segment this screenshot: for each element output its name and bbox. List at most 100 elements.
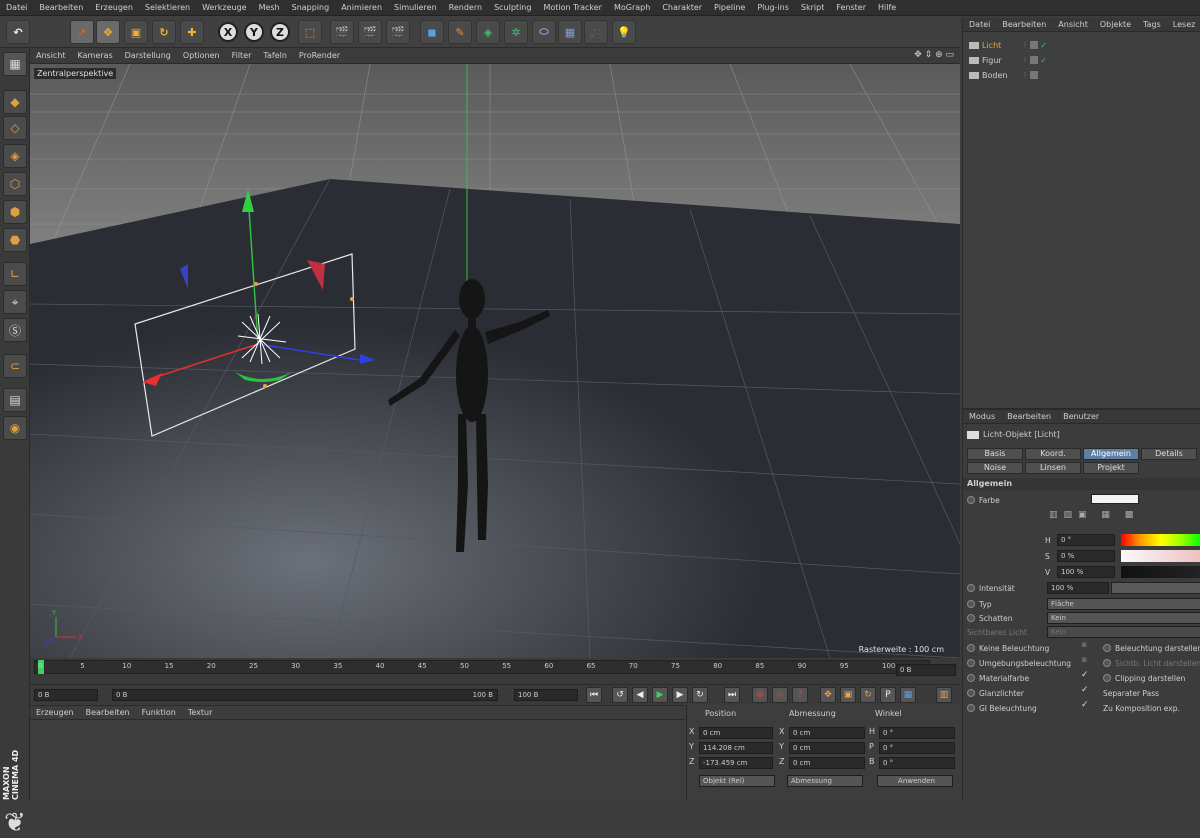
previous-key-icon[interactable]: ↺ <box>612 687 628 703</box>
viewport-3d[interactable]: Y X Zentralperspektive Rasterweite : 100… <box>30 64 960 658</box>
menu-item[interactable]: Plug-ins <box>751 3 795 12</box>
visibility-toggle-icon[interactable]: ⁝ <box>1024 41 1026 49</box>
preview-range-slider[interactable]: 0 B 100 B <box>112 689 498 701</box>
enabled-check-icon[interactable]: ✓ <box>1040 56 1047 65</box>
tab-basis[interactable]: Basis <box>967 448 1023 460</box>
check-row-right[interactable]: Clipping darstellen <box>1103 672 1185 684</box>
key-rotation-icon[interactable]: ↻ <box>860 687 876 703</box>
object-menu-item[interactable]: Bearbeiten <box>996 20 1052 29</box>
timeline-window-icon[interactable]: ▥ <box>936 687 952 703</box>
size-field[interactable]: 0 cm <box>789 742 865 754</box>
rotation-field[interactable]: 0 ° <box>879 757 955 769</box>
saturation-field[interactable]: 0 % <box>1057 550 1115 562</box>
rotate-tool-icon[interactable]: ↻ <box>152 20 176 44</box>
menu-item[interactable]: Hilfe <box>872 3 902 12</box>
tab-noise[interactable]: Noise <box>967 462 1023 474</box>
viewport-menu-item[interactable]: Filter <box>226 51 258 60</box>
check-anim-dot[interactable] <box>1103 644 1111 652</box>
saturation-slider[interactable] <box>1121 550 1200 562</box>
object-name[interactable]: Figur <box>982 56 1024 65</box>
check-row-right[interactable]: Beleuchtung darstellen <box>1103 642 1200 654</box>
viewport-menu-item[interactable]: Darstellung <box>119 51 177 60</box>
next-key-icon[interactable]: ↻ <box>692 687 708 703</box>
check-row-right[interactable]: Separater Pass <box>1103 687 1159 699</box>
object-manager[interactable]: Datei Bearbeiten Ansicht Objekte Tags Lesez L… <box>962 18 1200 408</box>
size-mode-dropdown[interactable]: Abmessung <box>787 775 863 787</box>
floor-environment-icon[interactable]: ▦ <box>558 20 582 44</box>
tab-projekt[interactable]: Projekt <box>1083 462 1139 474</box>
add-tool-icon[interactable]: ✚ <box>180 20 204 44</box>
type-anim-dot[interactable] <box>967 600 975 608</box>
play-icon[interactable]: ▶ <box>652 687 668 703</box>
check-anim-dot[interactable] <box>967 659 975 667</box>
coordinate-system-icon[interactable]: ⬚ <box>298 20 322 44</box>
snap-icon[interactable]: Ⓢ <box>3 318 27 342</box>
position-field[interactable]: 0 cm <box>699 727 773 739</box>
render-picture-viewer-icon[interactable]: 🎬 <box>358 20 382 44</box>
check-anim-dot[interactable] <box>967 674 975 682</box>
value-field[interactable]: 100 % <box>1057 566 1115 578</box>
key-pla-icon[interactable]: ▦ <box>900 687 916 703</box>
shadow-dropdown[interactable]: Kein <box>1047 612 1200 624</box>
start-frame-field[interactable]: 0 B <box>34 689 98 701</box>
tab-linsen[interactable]: Linsen <box>1025 462 1081 474</box>
menu-item[interactable]: Datei <box>0 3 33 12</box>
position-field[interactable]: 114.208 cm <box>699 742 773 754</box>
select-tool-icon[interactable]: ➚ <box>70 20 94 44</box>
light-icon[interactable]: 💡 <box>612 20 636 44</box>
menu-item[interactable]: Skript <box>795 3 830 12</box>
check-row-left[interactable]: Glanzlichter <box>967 687 1024 699</box>
intensity-anim-dot[interactable] <box>967 584 975 592</box>
key-scale-icon[interactable]: ▣ <box>840 687 856 703</box>
menu-item[interactable]: Snapping <box>286 3 336 12</box>
check-row-left[interactable]: Umgebungsbeleuchtung <box>967 657 1071 669</box>
menu-item[interactable]: Charakter <box>656 3 708 12</box>
key-position-icon[interactable]: ✥ <box>820 687 836 703</box>
make-editable-icon[interactable]: ▦ <box>3 52 27 76</box>
menu-item[interactable]: Pipeline <box>708 3 751 12</box>
coordinate-mode-dropdown[interactable]: Objekt (Rel) <box>699 775 775 787</box>
object-name[interactable]: Boden <box>982 71 1024 80</box>
solo-icon[interactable]: ◉ <box>3 416 27 440</box>
cube-primitive-icon[interactable]: ◼ <box>420 20 444 44</box>
object-menu-item[interactable]: Objekte <box>1094 20 1137 29</box>
visible-light-dropdown[interactable]: Kein <box>1047 626 1200 638</box>
viewport-menu-item[interactable]: ProRender <box>293 51 346 60</box>
check-row-left[interactable]: Keine Beleuchtung <box>967 642 1049 654</box>
autokey-icon[interactable]: ◎ <box>772 687 788 703</box>
menu-item[interactable]: Motion Tracker <box>537 3 608 12</box>
menu-item[interactable]: Animieren <box>335 3 388 12</box>
visibility-toggle-icon[interactable]: ⁝ <box>1024 56 1026 64</box>
step-back-icon[interactable]: ◀ <box>632 687 648 703</box>
checkbox[interactable]: ▪ <box>1081 640 1087 650</box>
hue-slider[interactable] <box>1121 534 1200 546</box>
color-mode-icons[interactable]: ▥▧▣ ▦ ▩ <box>1049 510 1139 520</box>
attribute-menu-item[interactable]: Benutzer <box>1057 412 1105 421</box>
position-field[interactable]: -173.459 cm <box>699 757 773 769</box>
edges-mode-icon[interactable]: ⬢ <box>3 200 27 224</box>
check-anim-dot[interactable] <box>967 704 975 712</box>
axis-mode-icon[interactable]: ∟ <box>3 262 27 286</box>
tag-icon[interactable] <box>1030 41 1039 49</box>
material-menu-item[interactable]: Funktion <box>136 708 182 717</box>
viewport-menu-item[interactable]: Tafeln <box>257 51 293 60</box>
pen-spline-icon[interactable]: ✎ <box>448 20 472 44</box>
scale-tool-icon[interactable]: ▣ <box>124 20 148 44</box>
menu-item[interactable]: Bearbeiten <box>33 3 89 12</box>
tweak-mode-icon[interactable]: ⌖ <box>3 290 27 314</box>
move-tool-icon[interactable]: ✥ <box>96 20 120 44</box>
material-menu-item[interactable]: Bearbeiten <box>80 708 136 717</box>
y-axis-lock-button[interactable]: Y <box>244 22 264 42</box>
tab-allgemein[interactable]: Allgemein <box>1083 448 1139 460</box>
intensity-slider[interactable] <box>1111 582 1200 594</box>
polygons-mode-icon[interactable]: ⬣ <box>3 228 27 252</box>
object-menu-item[interactable]: Lesez <box>1167 20 1200 29</box>
render-settings-icon[interactable]: 🎬 <box>386 20 410 44</box>
attribute-menu-item[interactable]: Modus <box>963 412 1001 421</box>
tag-icon[interactable] <box>1030 71 1039 79</box>
menu-item[interactable]: MoGraph <box>608 3 656 12</box>
checkbox[interactable]: ✓ <box>1081 670 1089 680</box>
material-menu-item[interactable]: Textur <box>182 708 219 717</box>
check-row-left[interactable]: Materialfarbe <box>967 672 1029 684</box>
type-dropdown[interactable]: Fläche <box>1047 598 1200 610</box>
